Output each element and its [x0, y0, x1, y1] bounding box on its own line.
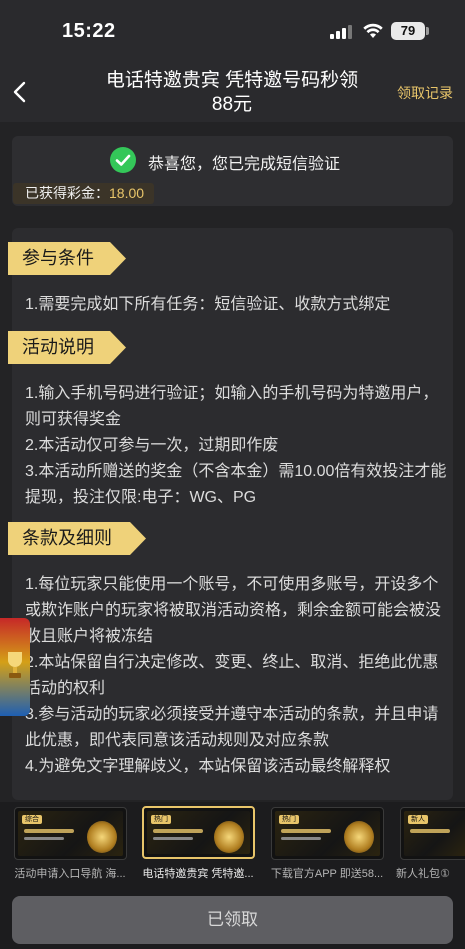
banner-chip: 热门 [279, 815, 299, 824]
banner-caption[interactable]: 新人礼包① [396, 865, 465, 881]
section-line: 1.每位玩家只能使用一个账号，不可使用多账号，开设多个或欺诈账户的玩家将被取消活… [25, 576, 442, 645]
verification-message: 恭喜您，您已完成短信验证 [148, 156, 341, 173]
section-line: 3.参与活动的玩家必须接受并遵守本活动的条款，并且申请此优惠，即代表同意该活动规… [25, 706, 439, 749]
banner-caption[interactable]: 活动申请入口导航 海... [8, 865, 132, 881]
section-title-conditions: 参与条件 [8, 242, 126, 275]
check-circle-icon [110, 147, 136, 173]
status-bar: 15:22 79 [0, 0, 465, 64]
activity-banner-strip: 综合 活动申请入口导航 海... 热门 电话特邀贵宾 凭特邀... 热门 下载官… [0, 802, 465, 884]
nav-bar: 电话特邀贵宾 凭特邀号码秒领88元 领取记录 [0, 64, 465, 122]
banner-chip: 综合 [22, 815, 42, 824]
banner-chip: 新人 [408, 815, 428, 824]
main-content: 恭喜您，您已完成短信验证 已获得彩金：18.00 参与条件 1.需要完成如下所有… [0, 122, 465, 802]
section-line: 2.本活动仅可参与一次，过期即作废 [25, 437, 279, 454]
bonus-label: 已获得彩金： [25, 185, 109, 201]
banner-image: 综合 [18, 811, 123, 856]
banner-caption[interactable]: 下载官方APP 即送58... [265, 865, 389, 881]
section-line: 1.输入手机号码进行验证；如输入的手机号码为特邀用户，则可获得奖金 [25, 385, 439, 428]
banner-image: 热门 [275, 811, 380, 856]
activity-banner[interactable]: 综合 [14, 807, 127, 860]
bonus-value: 18.00 [109, 185, 145, 201]
battery-level: 79 [400, 23, 416, 38]
bottom-action-area: 已领取 [0, 884, 465, 949]
banner-image: 热门 [147, 811, 250, 854]
section-line: 2.本站保留自行决定修改、变更、终止、取消、拒绝此优惠活动的权利 [25, 654, 439, 697]
section-title-description: 活动说明 [8, 331, 126, 364]
page-title: 电话特邀贵宾 凭特邀号码秒领88元 [105, 70, 359, 115]
battery-icon: 79 [391, 22, 425, 40]
banner-art-icon [87, 821, 117, 853]
status-time: 15:22 [62, 20, 116, 42]
wifi-icon [363, 23, 383, 38]
claimed-button[interactable]: 已领取 [12, 896, 453, 944]
battery-tip [426, 27, 429, 35]
banner-caption[interactable]: 电话特邀贵宾 凭特邀... [136, 865, 260, 881]
activity-info-card: 参与条件 1.需要完成如下所有任务：短信验证、收款方式绑定 活动说明 1.输入手… [12, 228, 453, 800]
section-title-terms: 条款及细则 [8, 522, 146, 555]
activity-banner-active[interactable]: 热门 [142, 806, 255, 859]
banner-chip: 热门 [151, 815, 171, 824]
section-line: 3.本活动所赠送的奖金（不含本金）需10.00倍有效投注才能提现，投注仅限:电子… [25, 463, 447, 506]
banner-art-icon [214, 821, 244, 853]
back-chevron-icon[interactable] [12, 81, 28, 103]
banner-art-icon [344, 821, 374, 853]
cellular-signal-icon [330, 25, 352, 39]
floating-promo-badge[interactable] [0, 618, 30, 716]
bonus-badge: 已获得彩金：18.00 [13, 183, 155, 204]
banner-image: 新人 [404, 811, 465, 856]
trophy-icon [8, 652, 22, 678]
claim-records-link[interactable]: 领取记录 [397, 83, 453, 103]
section-line: 1.需要完成如下所有任务：短信验证、收款方式绑定 [25, 296, 391, 313]
section-line: 4.为避免文字理解歧义，本站保留该活动最终解释权 [25, 758, 391, 775]
activity-banner[interactable]: 新人 [400, 807, 465, 860]
activity-banner[interactable]: 热门 [271, 807, 384, 860]
